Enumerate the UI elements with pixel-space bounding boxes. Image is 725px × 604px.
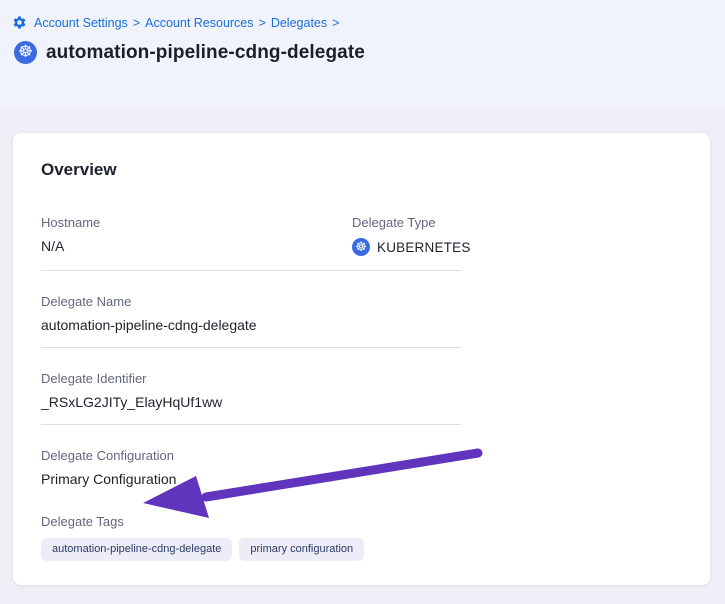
breadcrumb-separator: >	[332, 16, 339, 30]
title-row: ☸ automation-pipeline-cdng-delegate	[14, 41, 713, 64]
gear-icon-svg	[12, 15, 27, 30]
overview-card: Overview Hostname N/A Delegate Type ☸ KU…	[13, 133, 710, 585]
breadcrumb-link-delegates[interactable]: Delegates	[271, 16, 327, 30]
delegate-type-text: KUBERNETES	[377, 240, 471, 255]
kubernetes-type-icon: ☸	[352, 238, 370, 256]
breadcrumb-separator: >	[259, 16, 266, 30]
delegate-tags-label: Delegate Tags	[41, 514, 461, 529]
breadcrumb: Account Settings > Account Resources > D…	[12, 15, 713, 30]
gear-icon	[12, 15, 27, 30]
field-delegate-tags: Delegate Tags automation-pipeline-cdng-d…	[41, 514, 461, 561]
delegate-identifier-value: _RSxLG2JITy_ElayHqUf1ww	[41, 394, 461, 410]
kubernetes-icon: ☸	[14, 41, 37, 64]
hostname-label: Hostname	[41, 215, 352, 230]
tag-pill: primary configuration	[239, 538, 364, 561]
delegate-type-label: Delegate Type	[352, 215, 471, 230]
delegate-name-value: automation-pipeline-cdng-delegate	[41, 317, 461, 333]
hostname-value: N/A	[41, 238, 352, 254]
delegate-configuration-label: Delegate Configuration	[41, 448, 461, 463]
breadcrumb-link-account-settings[interactable]: Account Settings	[34, 16, 128, 30]
page-title: automation-pipeline-cdng-delegate	[46, 42, 365, 64]
breadcrumb-link-account-resources[interactable]: Account Resources	[145, 16, 253, 30]
delegate-configuration-value: Primary Configuration	[41, 471, 461, 487]
tag-pill: automation-pipeline-cdng-delegate	[41, 538, 232, 561]
field-delegate-identifier: Delegate Identifier _RSxLG2JITy_ElayHqUf…	[41, 371, 461, 425]
delegate-details-page: Account Settings > Account Resources > D…	[0, 0, 725, 604]
field-hostname: Hostname N/A	[41, 215, 352, 256]
field-delegate-configuration: Delegate Configuration Primary Configura…	[41, 448, 461, 487]
delegate-tags-list: automation-pipeline-cdng-delegate primar…	[41, 538, 461, 561]
overview-heading: Overview	[41, 160, 710, 180]
kubernetes-type-icon-glyph: ☸	[355, 241, 367, 254]
delegate-type-value: ☸ KUBERNETES	[352, 238, 471, 256]
kubernetes-icon-glyph: ☸	[18, 44, 33, 61]
breadcrumb-separator: >	[133, 16, 140, 30]
row-hostname-type: Hostname N/A Delegate Type ☸ KUBERNETES	[41, 215, 461, 271]
page-body: Overview Hostname N/A Delegate Type ☸ KU…	[0, 110, 725, 585]
delegate-name-label: Delegate Name	[41, 294, 461, 309]
field-delegate-name: Delegate Name automation-pipeline-cdng-d…	[41, 294, 461, 348]
delegate-identifier-label: Delegate Identifier	[41, 371, 461, 386]
field-delegate-type: Delegate Type ☸ KUBERNETES	[352, 215, 471, 256]
page-header: Account Settings > Account Resources > D…	[0, 0, 725, 110]
